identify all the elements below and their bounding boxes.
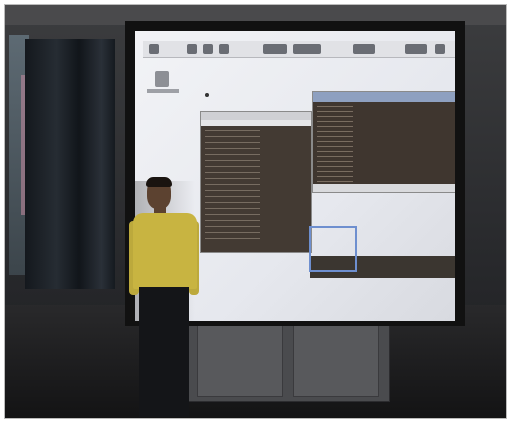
terminal-text <box>317 106 353 186</box>
window-status-strip <box>313 184 455 192</box>
classroom-photo <box>4 4 507 419</box>
task-button <box>405 44 427 54</box>
app-icon <box>187 44 197 54</box>
desktop-icon-label <box>147 89 179 93</box>
task-button <box>353 44 375 54</box>
presenter-yellow-shirt <box>133 213 197 289</box>
tray-icon <box>435 44 445 54</box>
app-icon <box>219 44 229 54</box>
terminal-text <box>205 130 260 240</box>
terminal-window-left <box>200 111 312 253</box>
presenter-hair <box>146 177 172 187</box>
cabinet-door-left <box>197 315 283 397</box>
window-menubar <box>201 120 311 126</box>
task-button <box>263 44 287 54</box>
trash-icon <box>155 71 169 87</box>
app-icon <box>203 44 213 54</box>
presenter <box>129 177 201 417</box>
terminal-window-right <box>312 91 455 193</box>
task-button <box>293 44 321 54</box>
menu-icon <box>149 44 159 54</box>
mouse-cursor <box>205 93 209 97</box>
presenter-trousers <box>139 287 189 417</box>
selection-rectangle <box>309 226 357 272</box>
cabinet-door-right <box>293 315 379 397</box>
window-titlebar <box>313 92 455 102</box>
curtain <box>25 39 115 289</box>
window-titlebar <box>201 112 311 120</box>
projected-taskbar <box>143 41 455 58</box>
